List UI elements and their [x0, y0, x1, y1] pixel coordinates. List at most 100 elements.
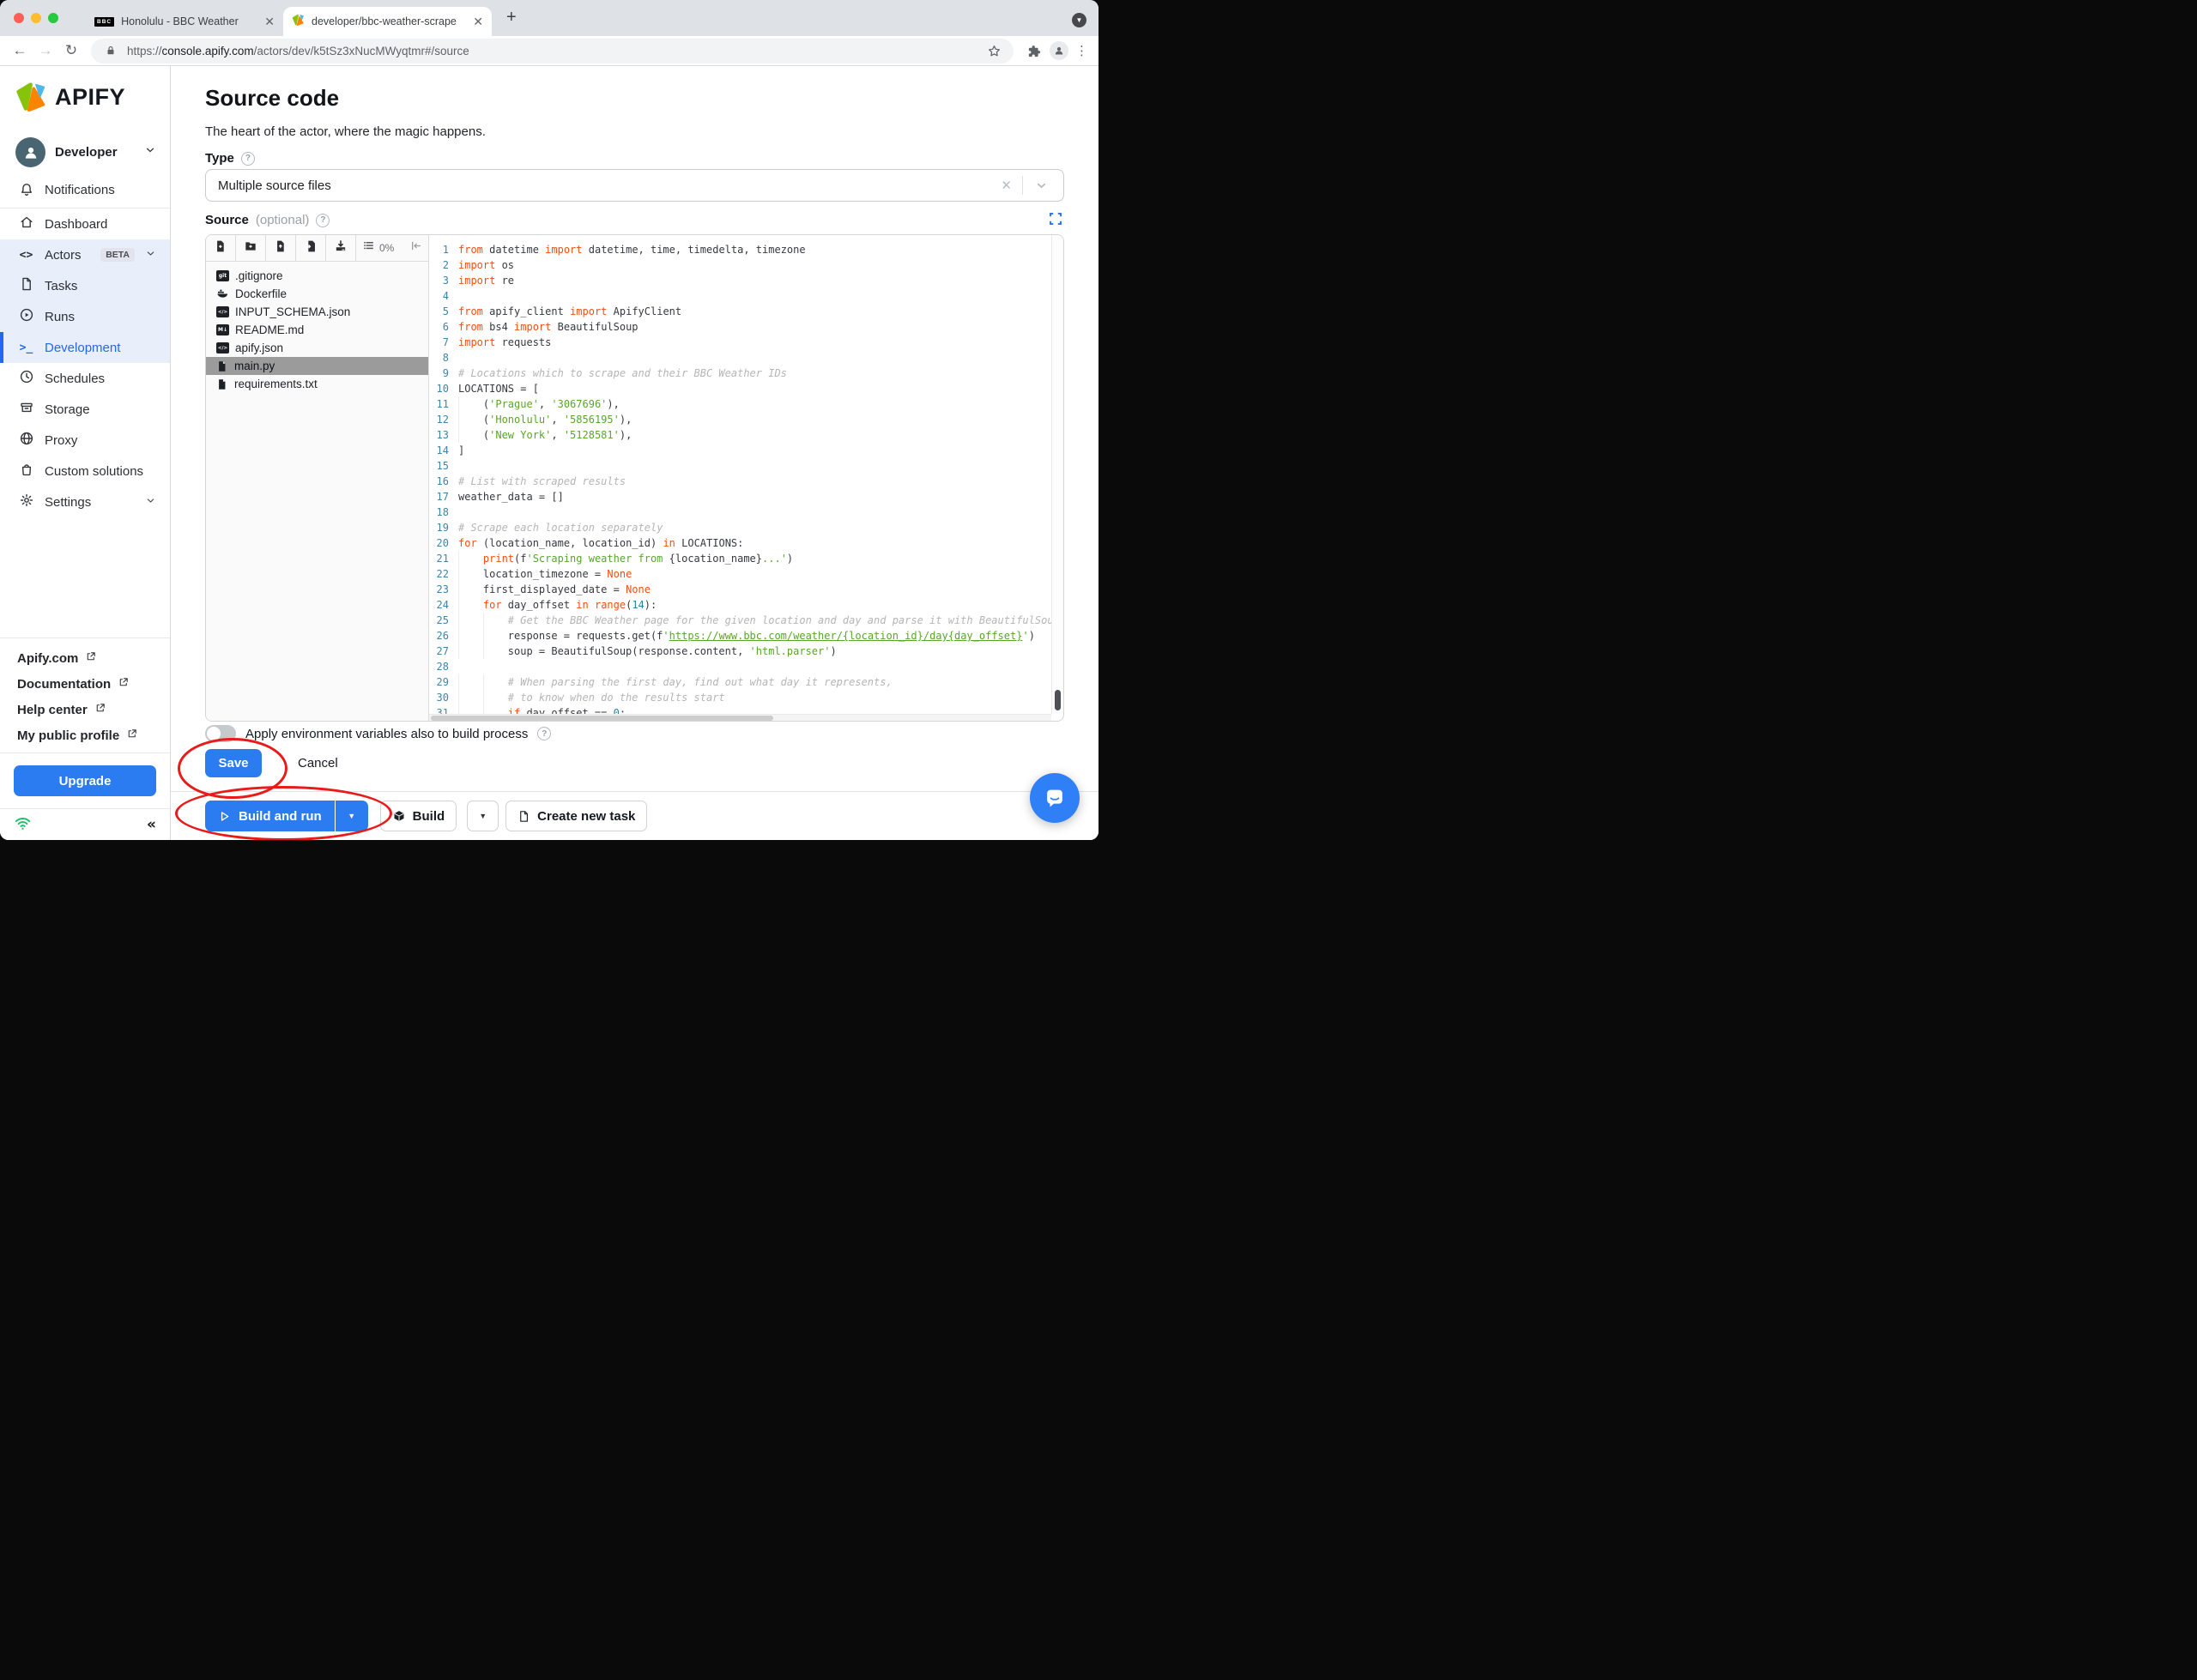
sidebar-item-schedules[interactable]: Schedules: [0, 363, 170, 394]
save-row: Save Cancel: [205, 749, 343, 777]
code-token-str: ': [1022, 630, 1029, 642]
code-line: 28: [429, 659, 1063, 674]
external-link-icon: [94, 702, 106, 717]
build-and-run-button[interactable]: Build and run: [205, 801, 335, 831]
tab-search-icon[interactable]: ▼: [1072, 13, 1086, 27]
upload-file-button[interactable]: [266, 235, 296, 261]
back-button[interactable]: ←: [10, 42, 29, 59]
browser-profile-avatar[interactable]: [1050, 41, 1068, 60]
tab-close-icon[interactable]: ✕: [473, 15, 483, 27]
forward-button[interactable]: →: [36, 42, 55, 59]
bookmark-star-icon[interactable]: [984, 44, 1003, 58]
apify-logo[interactable]: APIFY: [15, 82, 170, 113]
download-all-button[interactable]: [326, 235, 356, 261]
collapse-pane-icon: [409, 239, 422, 257]
external-link-icon: [85, 650, 97, 666]
build-and-run-dropdown-button[interactable]: ▼: [334, 801, 368, 831]
sidebar-item-settings[interactable]: Settings: [0, 486, 170, 517]
code-icon: <>: [19, 248, 33, 262]
extensions-icon[interactable]: [1024, 44, 1043, 58]
import-file-button[interactable]: [296, 235, 326, 261]
sidebar-link-my-public-profile[interactable]: My public profile: [0, 722, 170, 748]
file-INPUT_SCHEMA.json[interactable]: </> INPUT_SCHEMA.json: [206, 303, 428, 321]
code-lines: 1 from datetime import datetime, time, ti…: [429, 242, 1063, 721]
new-file-button[interactable]: [206, 235, 236, 261]
editor-vertical-scrollbar[interactable]: [1051, 235, 1063, 714]
file-Dockerfile[interactable]: Dockerfile: [206, 285, 428, 303]
sidebar-item-dashboard[interactable]: Dashboard: [0, 208, 170, 239]
help-icon[interactable]: ?: [537, 727, 552, 740]
sidebar-item-proxy[interactable]: Proxy: [0, 425, 170, 456]
wifi-status-icon: [14, 814, 32, 835]
new-folder-button[interactable]: [236, 235, 266, 261]
sidebar-item-custom-solutions[interactable]: Custom solutions: [0, 456, 170, 486]
file-.gitignore[interactable]: git .gitignore: [206, 267, 428, 285]
page-title: Source code: [205, 85, 340, 111]
browser-tab-bbc-weather[interactable]: BBC Honolulu - BBC Weather ✕: [86, 7, 283, 36]
sidebar-item-development[interactable]: >_ Development: [0, 332, 170, 363]
scrollbar-thumb[interactable]: [1055, 690, 1061, 710]
line-number: 23: [436, 583, 449, 595]
type-select[interactable]: Multiple source files ✕: [205, 169, 1064, 202]
reload-button[interactable]: ↻: [62, 42, 81, 59]
indent-guide: [458, 613, 483, 628]
code-token-txt: first_displayed_date =: [482, 583, 626, 595]
cancel-button[interactable]: Cancel: [293, 755, 343, 771]
sidebar-item-actors[interactable]: <> Actors BETA: [0, 239, 170, 270]
storage-icon: [19, 400, 34, 419]
browser-menu-icon[interactable]: ⋮: [1075, 43, 1088, 58]
new-tab-button[interactable]: +: [506, 8, 517, 27]
code-line: 11 ('Prague', '3067696'),: [429, 396, 1063, 412]
line-number: 30: [436, 692, 449, 704]
help-icon[interactable]: ?: [240, 151, 255, 166]
sidebar-link-label: My public profile: [17, 728, 120, 743]
file-requirements.txt[interactable]: requirements.txt: [206, 375, 428, 393]
sidebar-link-documentation[interactable]: Documentation: [0, 671, 170, 697]
account-menu[interactable]: Developer: [15, 137, 156, 167]
help-icon[interactable]: ?: [316, 213, 330, 227]
code-token-txt: LOCATIONS:: [675, 537, 744, 549]
sidebar-link-apify-com[interactable]: Apify.com: [0, 645, 170, 671]
window-controls: [14, 13, 58, 23]
code-line: 18: [429, 505, 1063, 520]
window-minimize-button[interactable]: [31, 13, 41, 23]
zoom-control[interactable]: 0%: [356, 235, 428, 261]
account-avatar: [15, 137, 45, 167]
file-apify.json[interactable]: </> apify.json: [206, 339, 428, 357]
support-chat-button[interactable]: [1030, 773, 1080, 823]
code-token-com: # Locations which to scrape and their BB…: [458, 367, 787, 379]
file-README.md[interactable]: M↓ README.md: [206, 321, 428, 339]
sidebar-item-label: Storage: [45, 402, 90, 417]
browser-tab-apify-console[interactable]: developer/bbc-weather-scrape ✕: [283, 7, 492, 36]
tab-close-icon[interactable]: ✕: [264, 15, 275, 27]
sidebar-nav: Dashboard <> Actors BETA Tasks Runs >_ Developm…: [0, 208, 170, 517]
sidebar-item-runs[interactable]: Runs: [0, 301, 170, 332]
docker-file-icon: [216, 287, 229, 300]
scrollbar-thumb[interactable]: [431, 716, 773, 721]
upgrade-button[interactable]: Upgrade: [14, 765, 156, 796]
sidebar-item-notifications[interactable]: Notifications: [0, 174, 170, 205]
env-variables-toggle[interactable]: [205, 725, 236, 742]
build-dropdown-button[interactable]: ▼: [467, 801, 499, 831]
file-main.py[interactable]: main.py: [206, 357, 428, 375]
git-file-icon: git: [216, 270, 229, 281]
collapse-sidebar-icon[interactable]: «: [147, 816, 156, 833]
line-number: 11: [436, 398, 449, 410]
code-editor[interactable]: 1 from datetime import datetime, time, ti…: [429, 235, 1063, 721]
save-button[interactable]: Save: [205, 749, 262, 777]
chevron-down-icon[interactable]: [1023, 179, 1051, 192]
sidebar-link-help-center[interactable]: Help center: [0, 697, 170, 722]
build-button[interactable]: Build: [379, 801, 457, 831]
bag-icon: [19, 462, 34, 480]
clear-selection-icon[interactable]: ✕: [990, 178, 1022, 193]
fullscreen-icon[interactable]: [1049, 212, 1062, 226]
window-zoom-button[interactable]: [48, 13, 58, 23]
sidebar-item-storage[interactable]: Storage: [0, 394, 170, 425]
browser-window: BBC Honolulu - BBC Weather ✕ developer/b…: [0, 0, 1098, 840]
address-bar[interactable]: https://console.apify.com/actors/dev/k5t…: [91, 38, 1014, 63]
editor-horizontal-scrollbar[interactable]: [429, 714, 1051, 721]
window-close-button[interactable]: [14, 13, 24, 23]
sidebar-item-tasks[interactable]: Tasks: [0, 270, 170, 301]
create-new-task-button[interactable]: Create new task: [505, 801, 648, 831]
